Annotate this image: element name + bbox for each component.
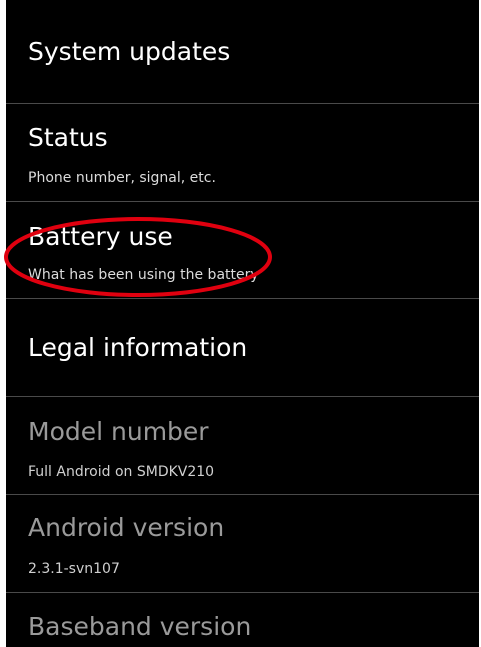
settings-screen: System updates Status Phone number, sign… <box>6 0 479 647</box>
setting-subtitle: Phone number, signal, etc. <box>28 170 216 186</box>
setting-title: Baseband version <box>28 612 252 641</box>
setting-android-version: Android version 2.3.1-svn107 <box>6 495 479 593</box>
setting-title: Legal information <box>28 333 248 362</box>
setting-status[interactable]: Status Phone number, signal, etc. <box>6 104 479 202</box>
setting-system-updates[interactable]: System updates <box>6 0 479 104</box>
setting-legal-information[interactable]: Legal information <box>6 299 479 397</box>
setting-title: Status <box>28 123 108 152</box>
setting-title: Model number <box>28 417 209 446</box>
setting-model-number: Model number Full Android on SMDKV210 <box>6 397 479 495</box>
setting-subtitle: What has been using the battery <box>28 267 259 283</box>
setting-title: Android version <box>28 513 225 542</box>
setting-subtitle: 2.3.1-svn107 <box>28 561 120 577</box>
setting-subtitle: Full Android on SMDKV210 <box>28 464 215 480</box>
setting-title: System updates <box>28 37 231 66</box>
setting-baseband-version: Baseband version <box>6 593 479 647</box>
setting-battery-use[interactable]: Battery use What has been using the batt… <box>6 202 479 299</box>
setting-title: Battery use <box>28 222 173 251</box>
